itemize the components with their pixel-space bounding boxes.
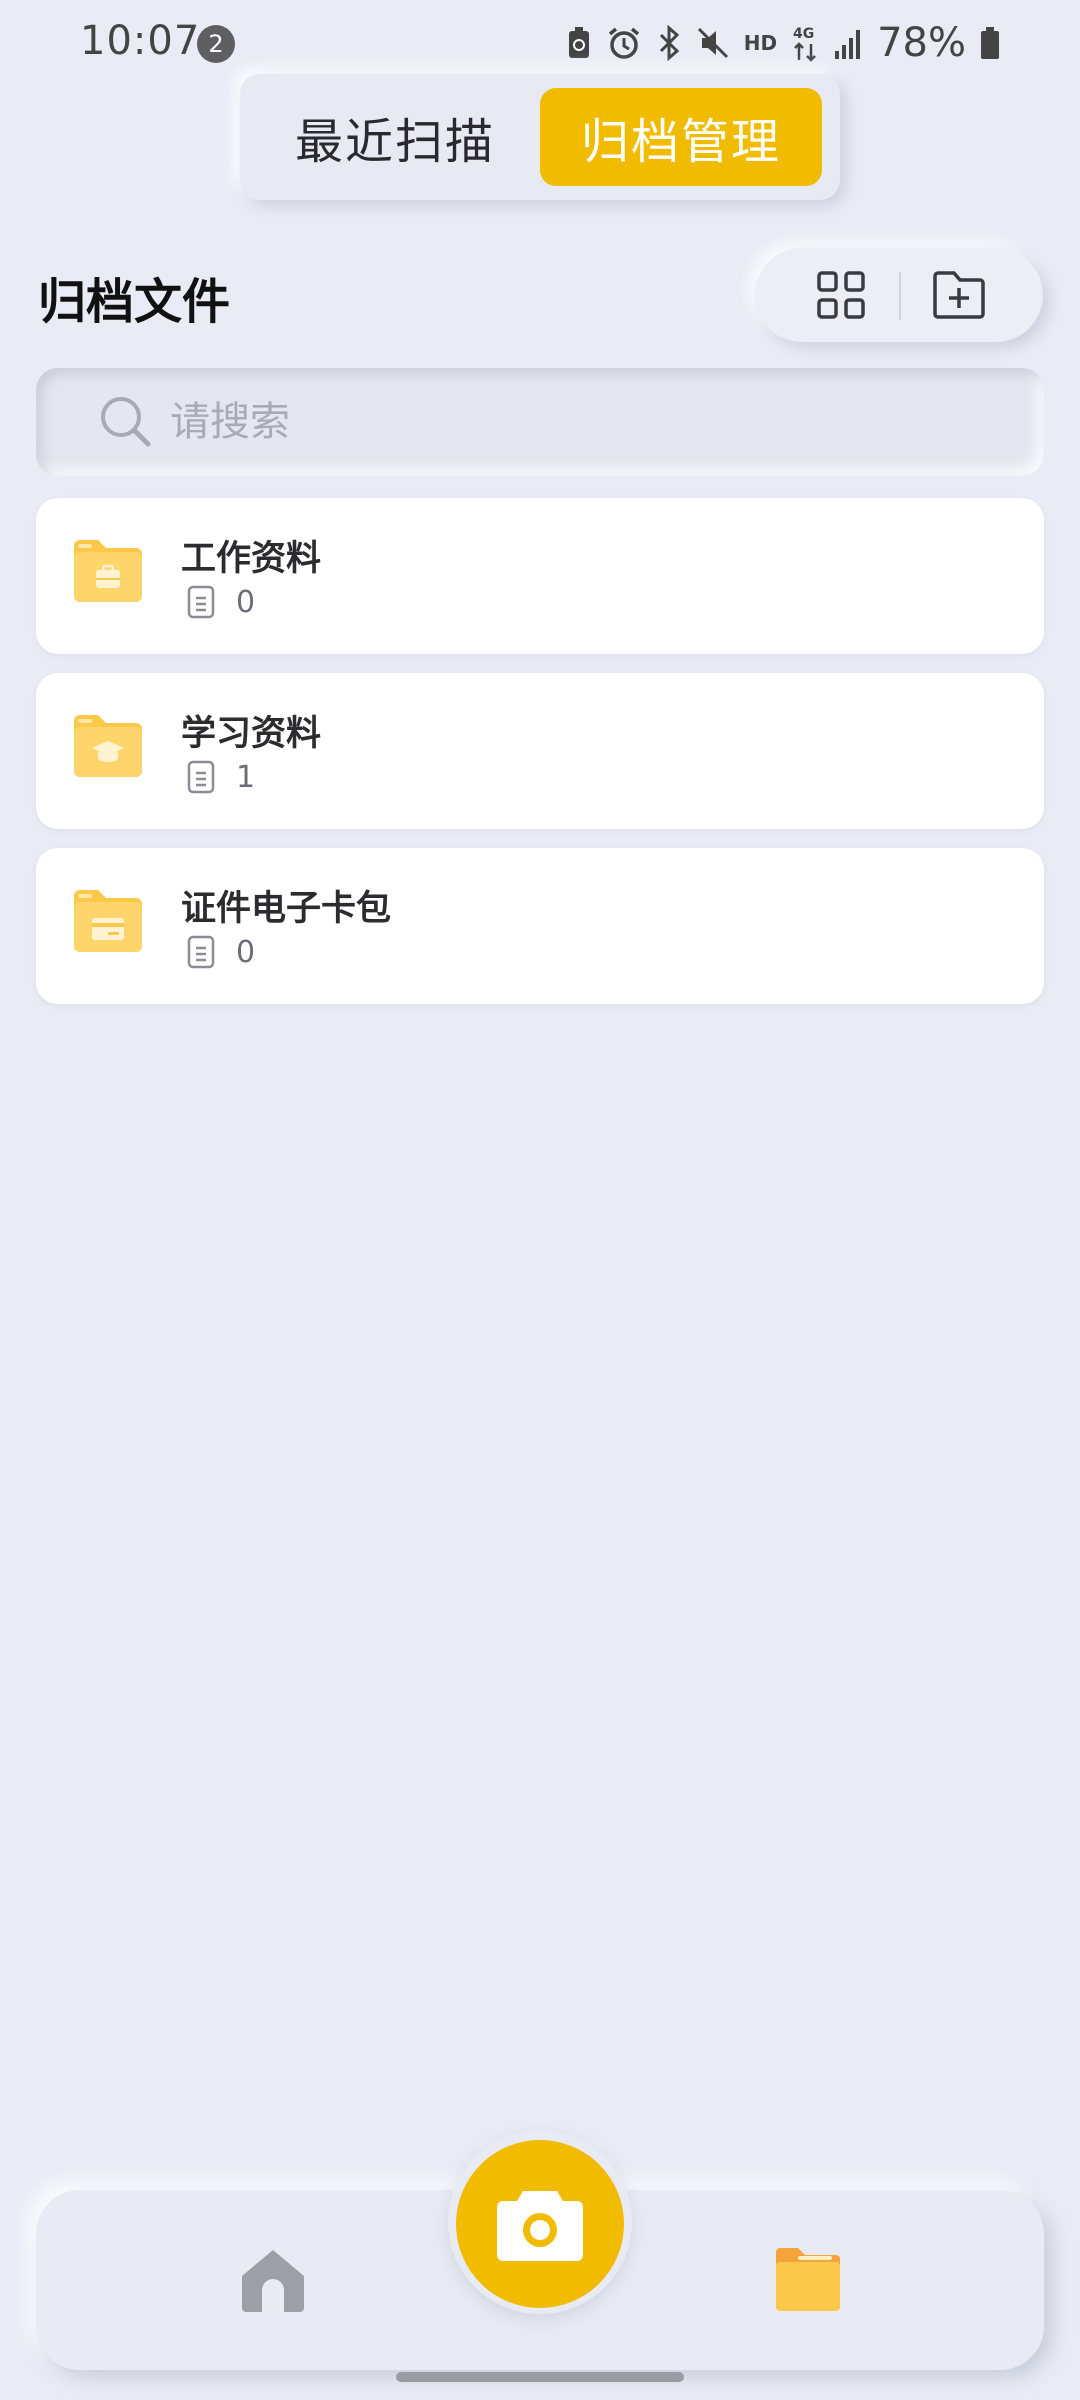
search-bar [36, 368, 1044, 476]
document-icon [187, 935, 215, 969]
folder-name: 学习资料 [181, 714, 322, 754]
notification-badge: 2 [197, 25, 235, 63]
mode-toggle: 最近扫描 归档管理 [240, 74, 840, 200]
grid-view-button[interactable] [785, 248, 897, 342]
folder-name: 证件电子卡包 [181, 889, 392, 929]
graduation-folder-icon [74, 715, 142, 777]
home-indicator[interactable] [396, 2372, 684, 2382]
home-icon[interactable] [238, 2244, 308, 2314]
action-divider [899, 272, 901, 320]
search-icon [101, 397, 151, 447]
document-icon [187, 760, 215, 794]
tab-recent-scans[interactable]: 最近扫描 [254, 88, 536, 186]
search-input[interactable] [170, 388, 1010, 456]
bluetooth-icon [659, 25, 679, 61]
camera-icon [497, 2191, 583, 2261]
folder-item[interactable]: 工作资料 0 [36, 498, 1044, 654]
folder-name: 工作资料 [181, 539, 322, 579]
archive-folder-icon[interactable] [772, 2244, 844, 2314]
folder-file-count: 0 [236, 585, 256, 620]
camera-button[interactable] [456, 2140, 624, 2308]
folder-item[interactable]: 学习资料 1 [36, 673, 1044, 829]
svg-text:4G: 4G [793, 26, 814, 42]
battery-saver-icon [568, 27, 589, 58]
alarm-icon [608, 27, 639, 59]
grid-icon [817, 271, 865, 319]
briefcase-folder-icon [74, 540, 142, 602]
signal-icon [835, 30, 861, 59]
folder-file-count: 0 [236, 935, 256, 970]
mobile-data-icon: 4G [793, 26, 816, 62]
document-icon [187, 585, 215, 619]
status-icons: HD 4G 78% [566, 20, 1000, 66]
card-folder-icon [74, 890, 142, 952]
page-title: 归档文件 [38, 274, 231, 330]
add-folder-button[interactable] [903, 248, 1015, 342]
tab-archive-management[interactable]: 归档管理 [540, 88, 822, 186]
hd-label: HD [743, 31, 778, 55]
add-folder-icon [933, 271, 985, 319]
status-time: 10:07 [80, 18, 201, 64]
folder-item[interactable]: 证件电子卡包 0 [36, 848, 1044, 1004]
battery-icon [981, 27, 999, 59]
folder-file-count: 1 [236, 760, 256, 795]
header-actions [755, 248, 1043, 342]
battery-percent: 78% [877, 20, 966, 66]
mute-icon [697, 27, 728, 59]
